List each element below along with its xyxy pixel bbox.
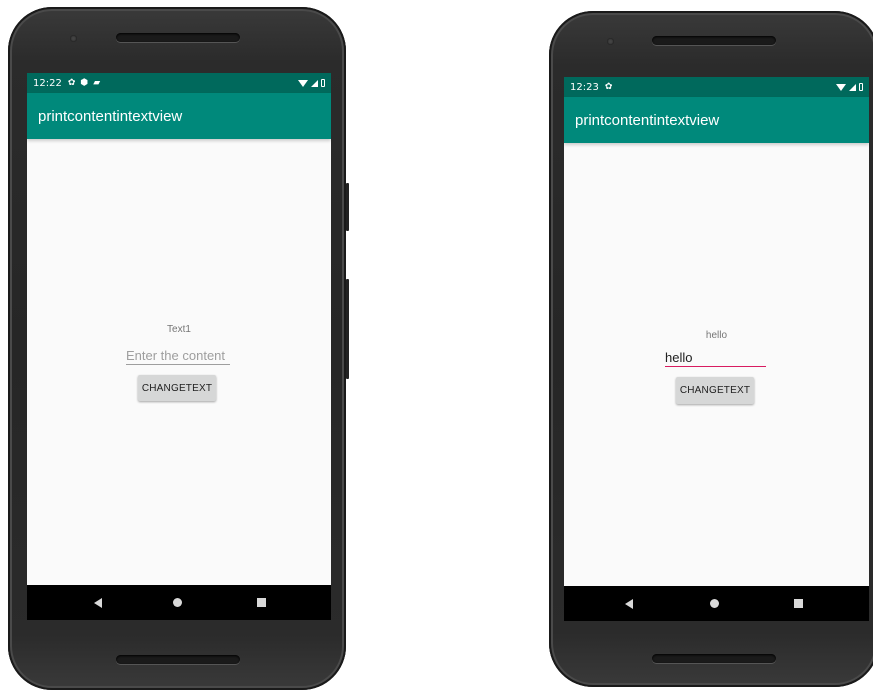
cell-signal-icon [849, 83, 856, 91]
cell-signal-icon [311, 79, 318, 87]
back-icon [94, 597, 102, 608]
settings-icon: ✿ [604, 82, 613, 92]
display-textview: Text1 [167, 324, 191, 335]
app-title: printcontentintextview [575, 111, 720, 129]
navigation-bar [27, 585, 331, 620]
app-title: printcontentintextview [38, 107, 183, 125]
navigation-bar [564, 586, 869, 621]
battery-icon [859, 83, 863, 91]
sd-card-icon: ▰ [93, 78, 101, 88]
shield-icon: ⬢ [80, 78, 89, 88]
power-button [346, 183, 349, 231]
screen-right: 12:23 ✿ printcontentintextview hello CHA… [564, 77, 869, 621]
main-content: hello CHANGETEXT [564, 143, 869, 586]
nav-recents-button[interactable] [778, 586, 818, 621]
recents-icon [256, 598, 266, 607]
change-text-button[interactable]: CHANGETEXT [138, 375, 216, 401]
nav-back-button[interactable] [78, 585, 118, 620]
content-edittext[interactable] [665, 348, 766, 367]
bottom-speaker-grille [652, 654, 776, 663]
change-text-button[interactable]: CHANGETEXT [676, 377, 754, 404]
content-input[interactable] [665, 348, 766, 366]
speaker-grille [116, 33, 240, 42]
front-camera-icon [607, 38, 614, 45]
settings-icon: ✿ [67, 78, 76, 88]
status-bar: 12:23 ✿ [564, 77, 869, 97]
home-icon [709, 599, 719, 608]
content-edittext[interactable] [126, 346, 230, 365]
nav-home-button[interactable] [157, 585, 197, 620]
back-icon [625, 598, 633, 609]
home-icon [172, 598, 182, 607]
screen-left: 12:22 ✿ ⬢ ▰ printcontentintextview Text1… [27, 73, 331, 620]
nav-recents-button[interactable] [241, 585, 281, 620]
recents-icon [793, 599, 803, 608]
status-time: 12:23 [570, 81, 599, 93]
display-textview: hello [705, 330, 728, 341]
phone-frame-left: 12:22 ✿ ⬢ ▰ printcontentintextview Text1… [8, 7, 349, 690]
wifi-icon [836, 83, 846, 91]
app-bar: printcontentintextview [27, 93, 331, 139]
status-time: 12:22 [33, 77, 62, 89]
front-camera-icon [70, 35, 77, 42]
wifi-icon [298, 79, 308, 87]
content-input[interactable] [126, 346, 230, 364]
nav-back-button[interactable] [609, 586, 649, 621]
status-bar: 12:22 ✿ ⬢ ▰ [27, 73, 331, 93]
main-content: Text1 CHANGETEXT [27, 139, 331, 585]
volume-button [346, 279, 349, 379]
nav-home-button[interactable] [694, 586, 734, 621]
battery-icon [321, 79, 325, 87]
speaker-grille [652, 36, 776, 45]
bottom-speaker-grille [116, 655, 240, 664]
phone-frame-right: 12:23 ✿ printcontentintextview hello CHA… [549, 11, 873, 687]
app-bar: printcontentintextview [564, 97, 869, 143]
